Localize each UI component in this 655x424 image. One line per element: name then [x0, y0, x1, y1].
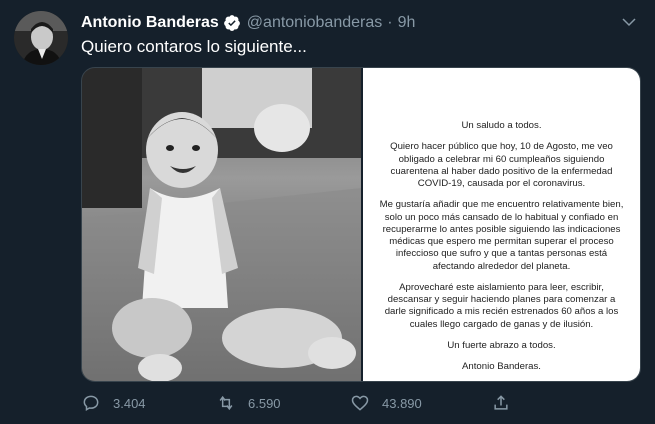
- reply-button[interactable]: 3.404: [81, 393, 146, 413]
- retweet-count: 6.590: [248, 395, 281, 411]
- letter-paragraph: Me gustaría añadir que me encuentro rela…: [379, 199, 624, 272]
- tweet-text: Quiero contaros lo siguiente...: [81, 37, 307, 56]
- tweet-actions: 3.404 6.590 43.890: [81, 393, 655, 417]
- share-button[interactable]: [491, 393, 523, 413]
- like-button[interactable]: 43.890: [350, 393, 422, 413]
- verified-badge-icon: [223, 14, 241, 32]
- letter-paragraph: Aprovecharé este aislamiento para leer, …: [384, 281, 619, 330]
- chevron-down-icon[interactable]: [619, 12, 639, 32]
- author-avatar[interactable]: [14, 11, 68, 65]
- letter-image[interactable]: Un saludo a todos. Quiero hacer público …: [363, 68, 640, 381]
- share-icon: [494, 395, 508, 410]
- retweet-icon: [219, 395, 233, 411]
- reply-icon: [83, 395, 99, 411]
- author-handle[interactable]: @antoniobanderas: [247, 14, 382, 32]
- author-name[interactable]: Antonio Banderas: [81, 14, 219, 32]
- letter-closing: Un fuerte abrazo a todos.: [447, 339, 556, 351]
- tweet-media[interactable]: Un saludo a todos. Quiero hacer público …: [81, 67, 641, 382]
- retweet-button[interactable]: 6.590: [216, 393, 281, 413]
- heart-icon: [351, 395, 369, 411]
- reply-count: 3.404: [113, 395, 146, 411]
- letter-paragraph: Quiero hacer público que hoy, 10 de Agos…: [390, 141, 613, 190]
- letter-greeting: Un saludo a todos.: [461, 120, 542, 131]
- separator-dot: ·: [387, 14, 393, 31]
- tweet-header: Antonio Banderas @antoniobanderas · 9h: [81, 12, 639, 34]
- baby-photo[interactable]: [82, 68, 361, 381]
- letter-signature: Antonio Banderas.: [462, 361, 541, 373]
- tweet-time[interactable]: 9h: [398, 14, 416, 32]
- like-count: 43.890: [382, 395, 422, 411]
